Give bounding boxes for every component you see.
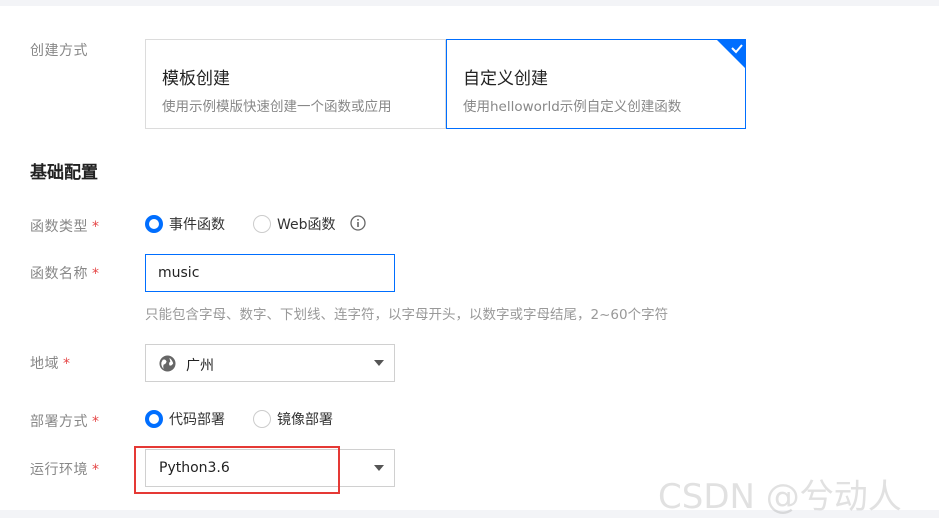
required-mark: * xyxy=(92,266,100,282)
creation-method-label: 创建方式 xyxy=(30,40,88,60)
deploy-method-label: 部署方式 * xyxy=(30,411,100,431)
region-label: 地域 * xyxy=(30,353,71,373)
section-title: 基础配置 xyxy=(30,163,98,183)
chevron-down-icon xyxy=(374,360,384,366)
info-icon[interactable] xyxy=(350,215,366,231)
radio-web-function[interactable]: Web函数 xyxy=(253,214,336,234)
custom-create-title: 自定义创建 xyxy=(463,69,548,89)
region-select[interactable]: 广州 xyxy=(145,344,395,382)
template-create-card[interactable]: 模板创建 使用示例模版快速创建一个函数或应用 xyxy=(145,39,446,129)
function-name-label: 函数名称 * xyxy=(30,263,100,283)
radio-image-deploy-label: 镜像部署 xyxy=(277,412,333,428)
radio-code-deploy-label: 代码部署 xyxy=(169,412,225,428)
chevron-down-icon xyxy=(374,465,384,471)
custom-create-card[interactable]: 自定义创建 使用helloworld示例自定义创建函数 xyxy=(446,39,746,129)
required-mark: * xyxy=(63,356,71,372)
runtime-label: 运行环境 * xyxy=(30,459,100,479)
required-mark: * xyxy=(92,414,100,430)
function-name-label-text: 函数名称 xyxy=(30,266,88,282)
radio-event-function-label: 事件函数 xyxy=(169,217,225,233)
required-mark: * xyxy=(92,219,100,235)
template-create-title: 模板创建 xyxy=(162,69,230,89)
selected-check-icon xyxy=(717,40,745,68)
function-type-label-text: 函数类型 xyxy=(30,219,88,235)
required-mark: * xyxy=(92,462,100,478)
annotation-highlight-box xyxy=(134,446,340,494)
form-panel: 创建方式 模板创建 使用示例模版快速创建一个函数或应用 自定义创建 使用hell… xyxy=(0,6,939,517)
function-name-input[interactable] xyxy=(145,254,395,292)
creation-method-label-text: 创建方式 xyxy=(30,43,88,59)
region-label-text: 地域 xyxy=(30,356,59,372)
radio-image-deploy[interactable]: 镜像部署 xyxy=(253,409,333,429)
template-create-desc: 使用示例模版快速创建一个函数或应用 xyxy=(162,99,392,115)
deploy-method-label-text: 部署方式 xyxy=(30,414,88,430)
radio-circle xyxy=(253,410,271,428)
function-name-hint: 只能包含字母、数字、下划线、连字符，以字母开头，以数字或字母结尾，2~60个字符 xyxy=(145,307,669,323)
radio-circle xyxy=(253,215,271,233)
radio-code-deploy[interactable]: 代码部署 xyxy=(145,409,225,429)
region-value: 广州 xyxy=(186,358,214,374)
globe-icon xyxy=(159,355,176,372)
radio-circle xyxy=(145,215,163,233)
watermark: CSDN @兮动人 xyxy=(658,477,902,517)
runtime-label-text: 运行环境 xyxy=(30,462,88,478)
radio-web-function-label: Web函数 xyxy=(277,217,336,233)
custom-create-desc: 使用helloworld示例自定义创建函数 xyxy=(463,99,682,115)
radio-event-function[interactable]: 事件函数 xyxy=(145,214,225,234)
radio-circle xyxy=(145,410,163,428)
function-type-label: 函数类型 * xyxy=(30,216,100,236)
